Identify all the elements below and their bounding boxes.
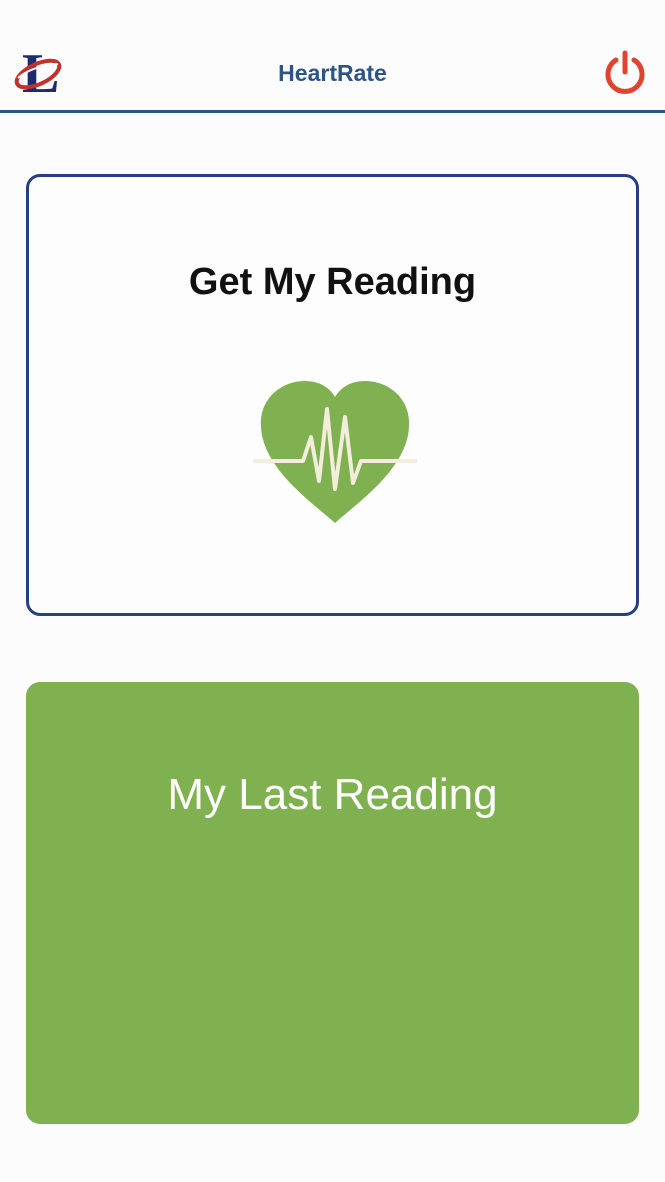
app-screen: L HeartRate Get My Reading My Last Readi… <box>0 0 665 1182</box>
heart-pulse-icon <box>253 381 417 523</box>
get-reading-title: Get My Reading <box>188 261 477 303</box>
last-reading-title: My Last Reading <box>167 770 498 819</box>
page-title: HeartRate <box>278 60 387 86</box>
power-icon[interactable] <box>602 50 648 96</box>
last-reading-card[interactable]: My Last Reading <box>26 682 639 1124</box>
get-reading-card[interactable]: Get My Reading <box>26 174 639 616</box>
app-header: L HeartRate <box>0 0 665 113</box>
